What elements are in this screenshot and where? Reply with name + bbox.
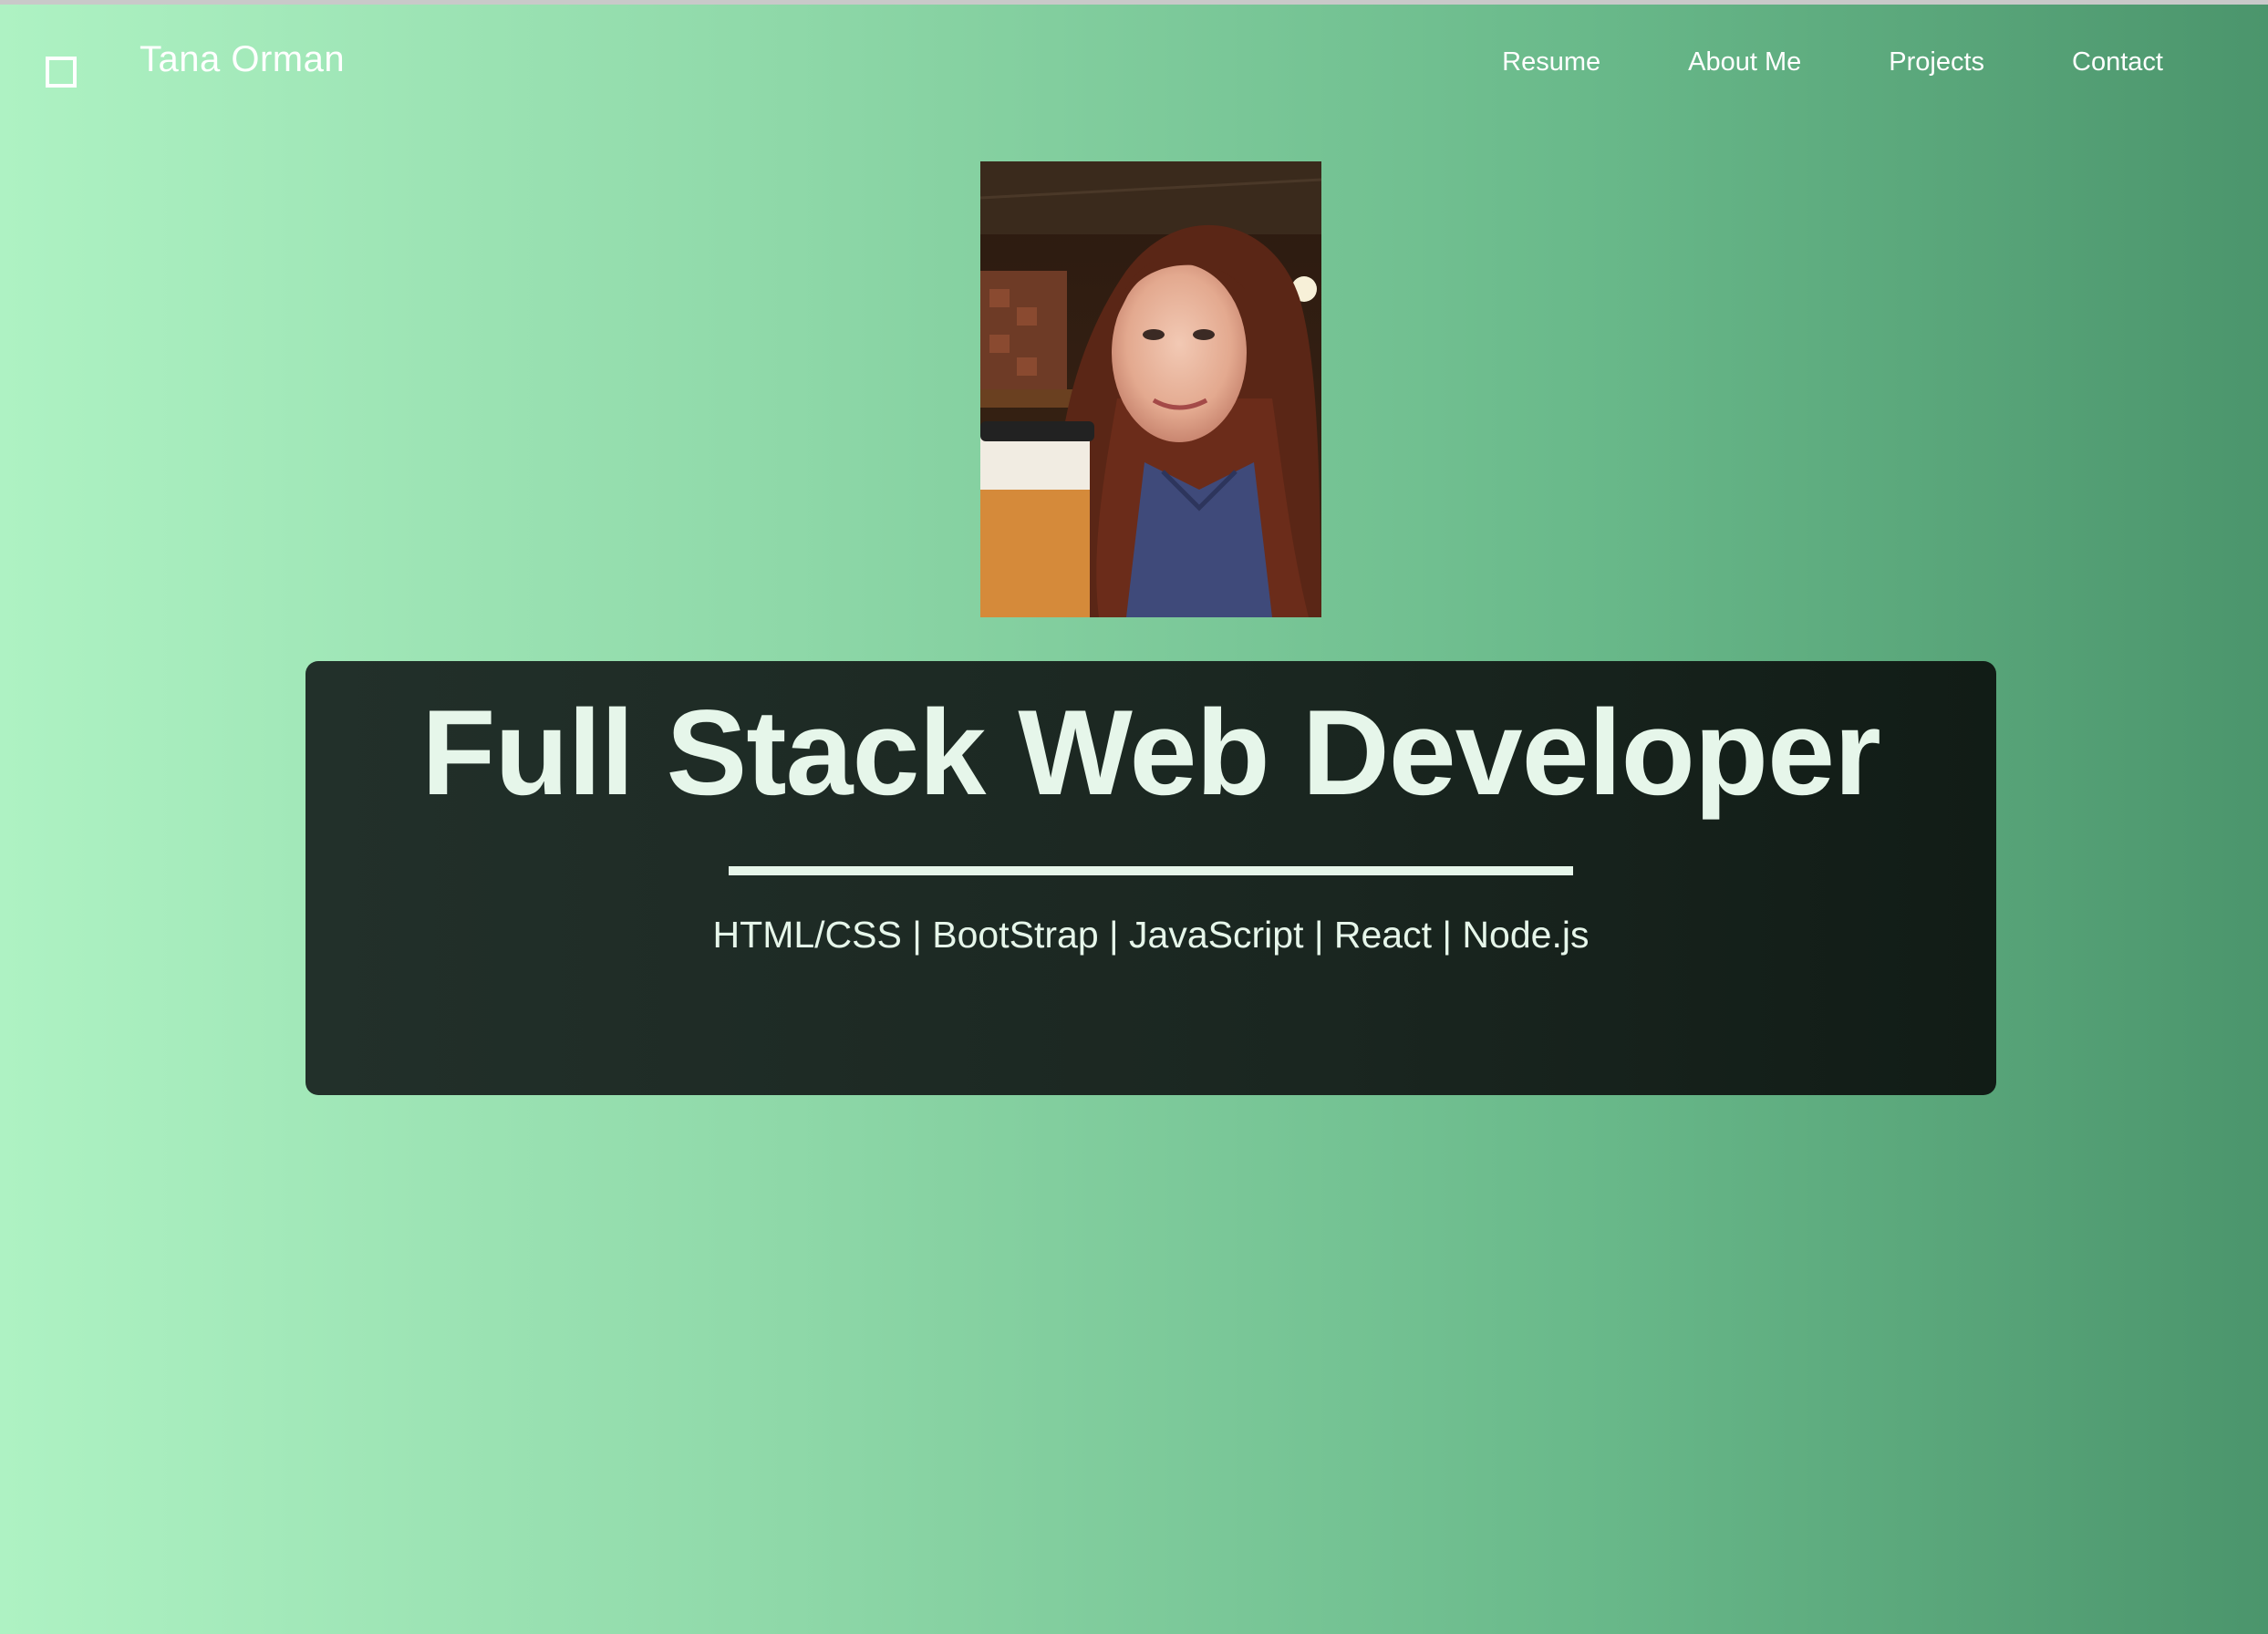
square-outline-icon[interactable] <box>46 57 77 88</box>
hero-panel: Full Stack Web Developer HTML/CSS | Boot… <box>306 661 1996 1095</box>
nav-link-contact[interactable]: Contact <box>2072 47 2163 78</box>
brand-name[interactable]: Tana Orman <box>140 39 345 80</box>
nav-link-about-me[interactable]: About Me <box>1688 47 1801 78</box>
main-nav: Resume About Me Projects Contact <box>1414 47 2163 78</box>
top-border <box>0 0 2268 5</box>
hero-skills: HTML/CSS | BootStrap | JavaScript | Reac… <box>712 914 1590 956</box>
nav-link-resume[interactable]: Resume <box>1502 47 1600 78</box>
hero-title: Full Stack Web Developer <box>421 686 1881 821</box>
hero-divider <box>729 866 1573 875</box>
nav-link-projects[interactable]: Projects <box>1889 47 1984 78</box>
profile-photo <box>980 161 1321 617</box>
